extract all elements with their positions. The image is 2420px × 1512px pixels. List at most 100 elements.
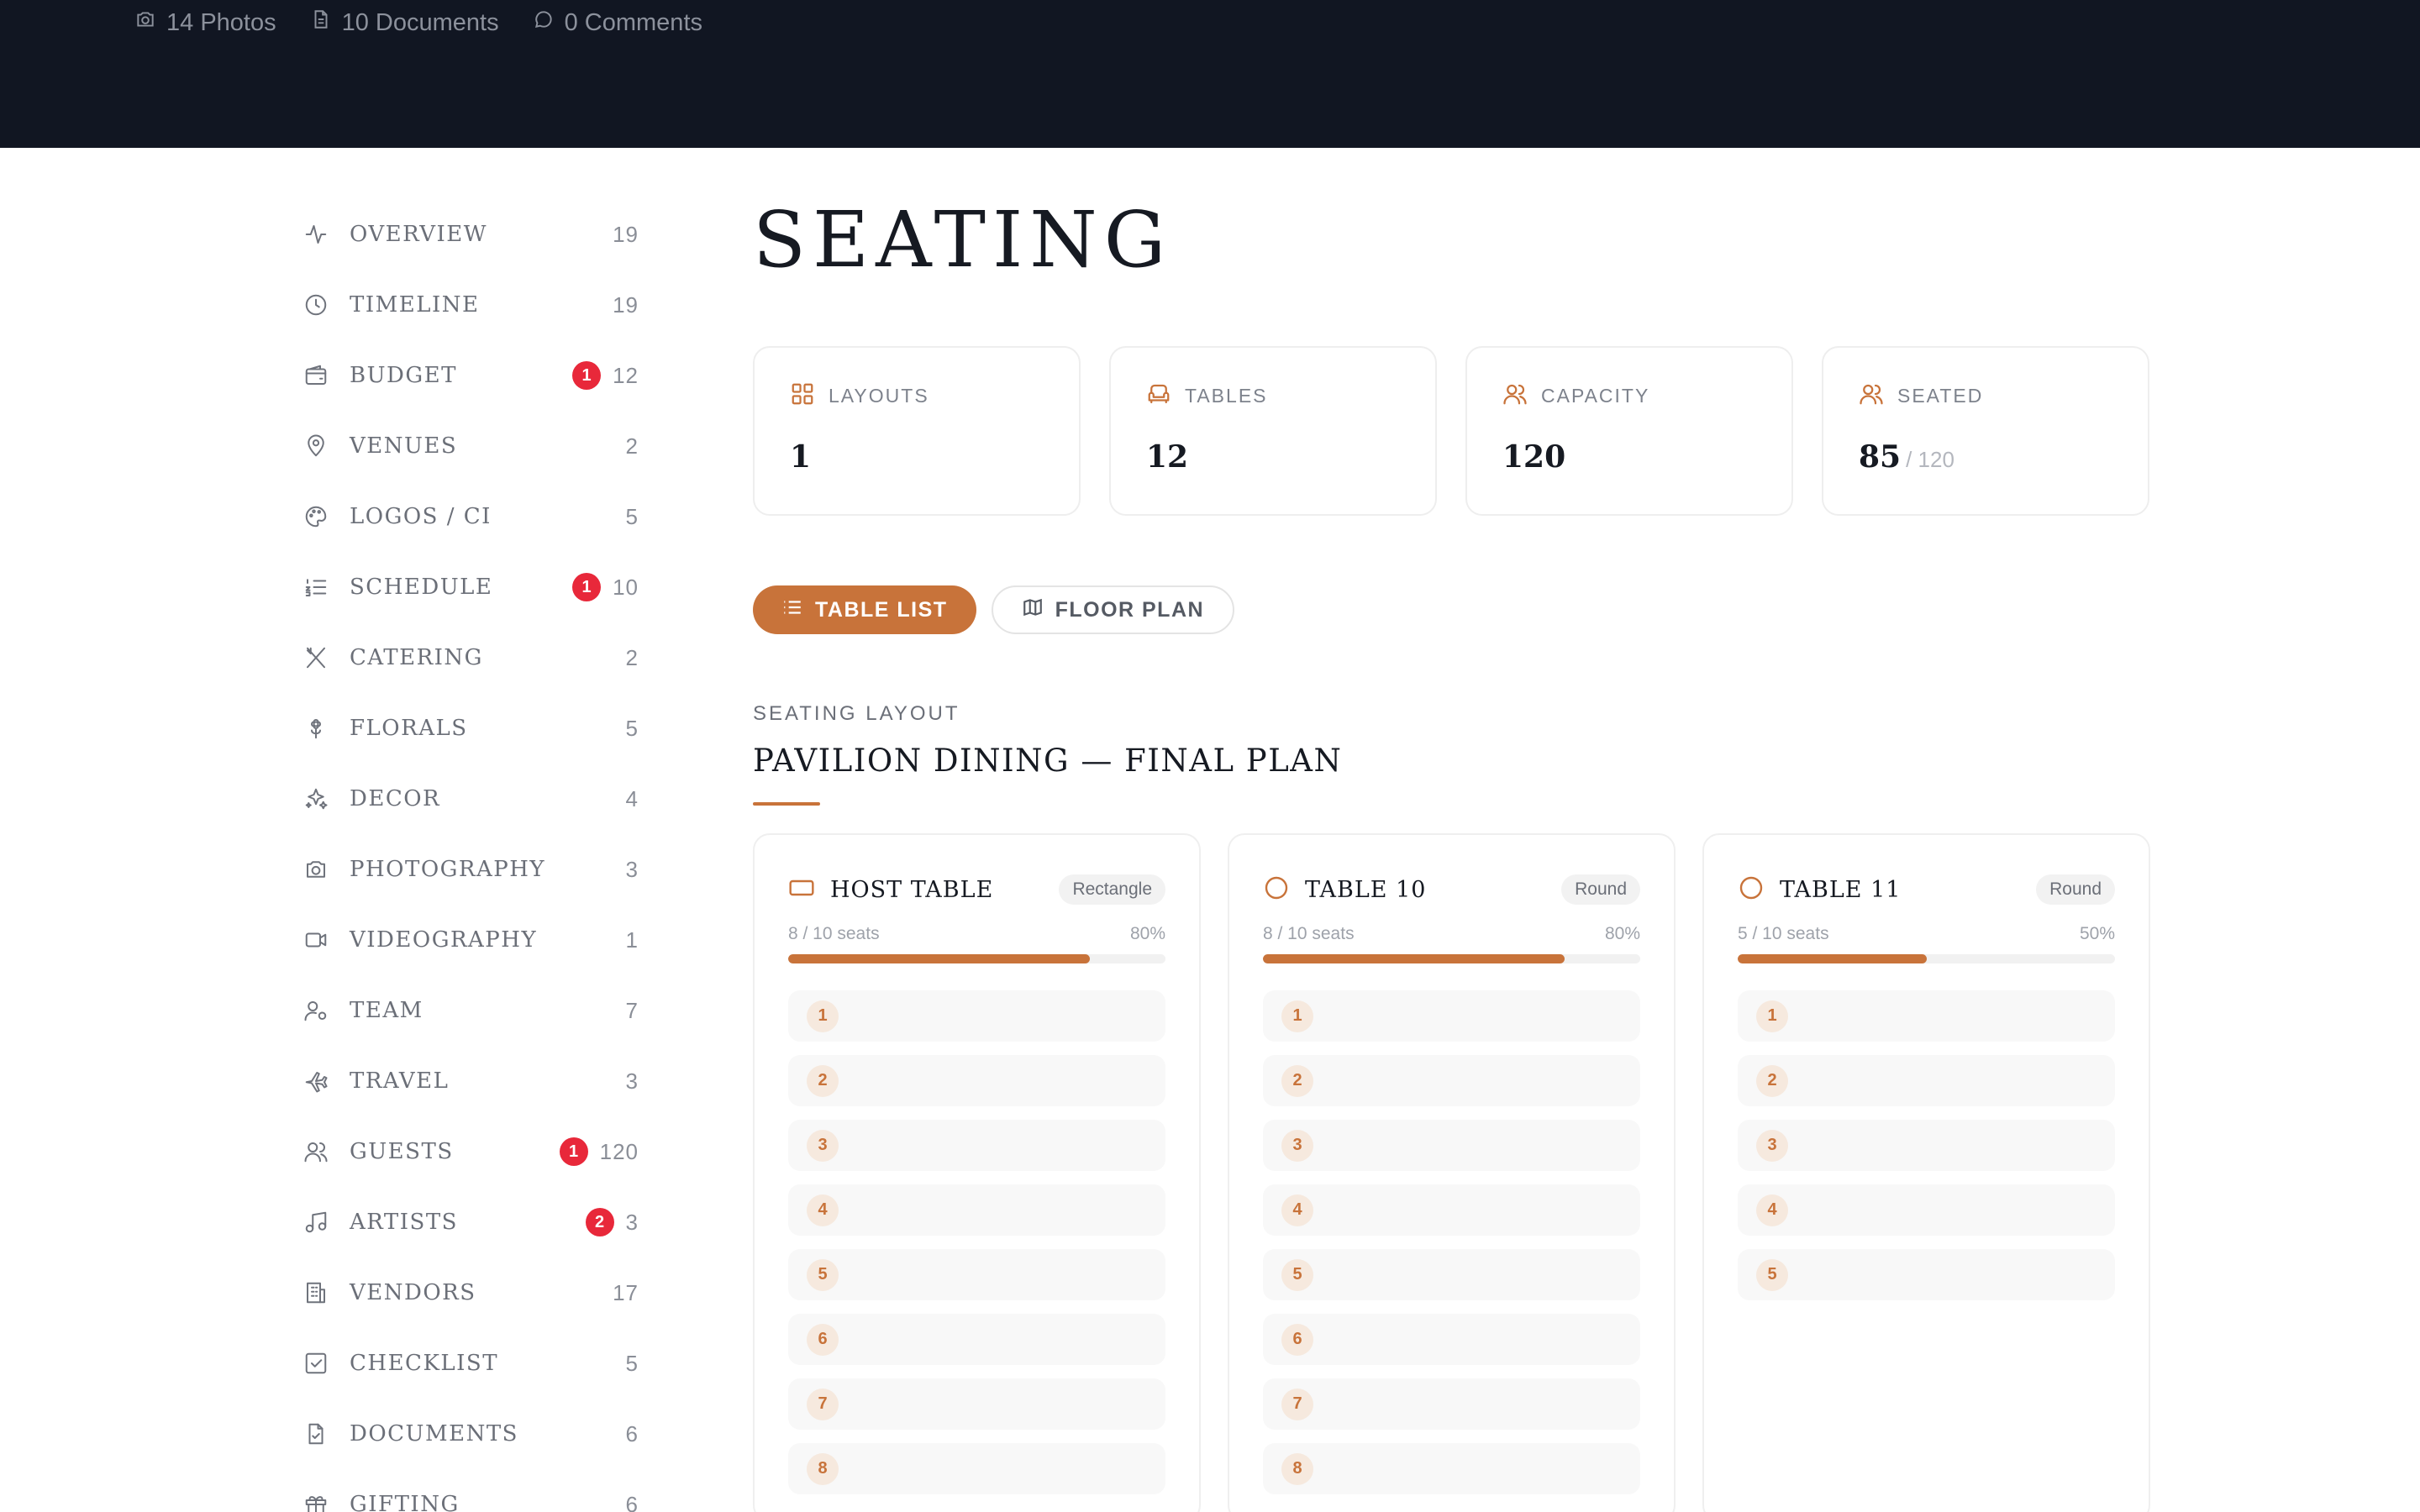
seat-slot[interactable]: 5	[788, 1249, 1165, 1300]
kpi-value-row: 1	[790, 439, 1044, 475]
sidebar-item-meta: 5	[626, 716, 639, 742]
user-cog-icon	[302, 997, 329, 1024]
occupancy-bar	[788, 954, 1165, 963]
table-card[interactable]: TABLE 10 Round 8 / 10 seats 80% 1 2 3 4 5 6 7 8	[1228, 833, 1676, 1512]
sidebar-item-label: BUDGET	[350, 363, 457, 388]
seat-number: 4	[1281, 1194, 1313, 1226]
seat-slot[interactable]: 1	[788, 990, 1165, 1042]
table-list-button[interactable]: TABLE LIST	[753, 585, 976, 634]
sidebar-item-schedule[interactable]: SCHEDULE 1 10	[302, 552, 639, 622]
seat-slot[interactable]: 6	[788, 1314, 1165, 1365]
sidebar-item-count: 6	[625, 1420, 639, 1446]
seat-slot[interactable]: 3	[1738, 1120, 2115, 1171]
seat-slot[interactable]: 4	[1738, 1184, 2115, 1236]
table-card[interactable]: TABLE 11 Round 5 / 10 seats 50% 1 2 3 4 5	[1702, 833, 2150, 1512]
palette-icon	[302, 503, 329, 530]
kpi-card-layouts: LAYOUTS 1	[753, 346, 1081, 516]
seat-number: 1	[807, 1000, 839, 1032]
sidebar-item-decor[interactable]: DECOR 4	[302, 764, 639, 834]
kpi-label: SEATED	[1897, 385, 1984, 407]
sidebar-item-meta: 3	[626, 1068, 639, 1095]
file-check-icon	[302, 1420, 329, 1447]
seat-number: 2	[1756, 1064, 1788, 1097]
seats-count: 8 / 10 seats	[788, 924, 880, 943]
sidebar-item-catering[interactable]: CATERING 2	[302, 622, 639, 693]
occupancy-percent: 50%	[2079, 924, 2115, 943]
documents-stat[interactable]: 10 Documents	[310, 8, 499, 37]
sidebar-item-label: GIFTING	[350, 1492, 460, 1512]
seat-number: 7	[1281, 1388, 1313, 1420]
seat-slot[interactable]: 2	[788, 1055, 1165, 1106]
flower-icon	[302, 715, 329, 742]
sidebar-item-vendors[interactable]: VENDORS 17	[302, 1257, 639, 1328]
seat-list: 1 2 3 4 5	[1738, 990, 2115, 1300]
photos-stat[interactable]: 14 Photos	[134, 8, 276, 37]
sidebar-item-venues[interactable]: VENUES 2	[302, 411, 639, 481]
kpi-row: LAYOUTS 1 TABLES 12 CAPACITY 120 SEATED 85/ 120	[753, 346, 2149, 516]
sidebar-item-team[interactable]: TEAM 7	[302, 975, 639, 1046]
layout-title: PAVILION DINING — FINAL PLAN	[753, 743, 1343, 779]
kpi-header: TABLES	[1146, 381, 1400, 411]
seat-slot[interactable]: 2	[1263, 1055, 1640, 1106]
sidebar-item-count: 19	[613, 221, 639, 247]
comments-stat[interactable]: 0 Comments	[533, 8, 702, 37]
sidebar-item-label: CHECKLIST	[350, 1351, 499, 1376]
table-card[interactable]: HOST TABLE Rectangle 8 / 10 seats 80% 1 2 3 4 5 6…	[753, 833, 1201, 1512]
sidebar-item-meta: 2	[626, 433, 639, 459]
sidebar-item-florals[interactable]: FLORALS 5	[302, 693, 639, 764]
sidebar-item-meta: 19	[613, 222, 639, 248]
sidebar-item-meta: 5	[626, 504, 639, 530]
seat-slot[interactable]: 3	[1263, 1120, 1640, 1171]
seat-slot[interactable]: 1	[1263, 990, 1640, 1042]
seat-slot[interactable]: 1	[1738, 990, 2115, 1042]
seat-slot[interactable]: 8	[788, 1443, 1165, 1494]
kpi-card-seated: SEATED 85/ 120	[1822, 346, 2149, 516]
table-occupancy: 8 / 10 seats 80%	[1263, 924, 1640, 944]
sidebar-item-label: VIDEOGRAPHY	[350, 927, 538, 953]
sidebar-item-gifting[interactable]: GIFTING 6	[302, 1469, 639, 1512]
seat-slot[interactable]: 4	[1263, 1184, 1640, 1236]
seat-slot[interactable]: 3	[788, 1120, 1165, 1171]
seat-slot[interactable]: 4	[788, 1184, 1165, 1236]
occupancy-bar	[1738, 954, 2115, 963]
seat-number: 5	[807, 1258, 839, 1291]
seat-number: 7	[807, 1388, 839, 1420]
table-name: HOST TABLE	[830, 876, 994, 903]
wallet-icon	[302, 362, 329, 389]
sidebar-item-label: TRAVEL	[350, 1068, 450, 1094]
camera-icon	[302, 856, 329, 883]
notification-badge: 1	[572, 361, 602, 390]
floor-plan-button[interactable]: FLOOR PLAN	[991, 585, 1235, 634]
seat-slot[interactable]: 5	[1738, 1249, 2115, 1300]
sidebar-item-overview[interactable]: OVERVIEW 19	[302, 199, 639, 270]
sidebar-item-meta: 19	[613, 292, 639, 318]
seat-slot[interactable]: 7	[1263, 1378, 1640, 1430]
sidebar-item-travel[interactable]: TRAVEL 3	[302, 1046, 639, 1116]
seat-slot[interactable]: 2	[1738, 1055, 2115, 1106]
notification-badge: 1	[559, 1137, 588, 1166]
sidebar-item-guests[interactable]: GUESTS 1 120	[302, 1116, 639, 1187]
seat-number: 1	[1756, 1000, 1788, 1032]
sidebar-item-checklist[interactable]: CHECKLIST 5	[302, 1328, 639, 1399]
map-icon	[1022, 596, 1044, 624]
seat-number: 6	[1281, 1323, 1313, 1356]
sidebar-item-label: DOCUMENTS	[350, 1421, 518, 1446]
sidebar-item-artists[interactable]: ARTISTS 2 3	[302, 1187, 639, 1257]
seat-number: 4	[807, 1194, 839, 1226]
seat-slot[interactable]: 8	[1263, 1443, 1640, 1494]
kpi-value: 1	[790, 439, 812, 475]
seat-slot[interactable]: 5	[1263, 1249, 1640, 1300]
sidebar-item-videography[interactable]: VIDEOGRAPHY 1	[302, 905, 639, 975]
kpi-label: LAYOUTS	[829, 385, 929, 407]
seat-slot[interactable]: 7	[788, 1378, 1165, 1430]
seat-list: 1 2 3 4 5 6 7 8	[788, 990, 1165, 1494]
sidebar-item-budget[interactable]: BUDGET 1 12	[302, 340, 639, 411]
sidebar-item-photography[interactable]: PHOTOGRAPHY 3	[302, 834, 639, 905]
sidebar-item-documents[interactable]: DOCUMENTS 6	[302, 1399, 639, 1469]
photos-stat-label: 14 Photos	[166, 8, 276, 36]
sidebar-item-logos-ci[interactable]: LOGOS / CI 5	[302, 481, 639, 552]
kpi-header: SEATED	[1859, 381, 2112, 411]
sidebar-item-label: LOGOS / CI	[350, 504, 492, 529]
seat-slot[interactable]: 6	[1263, 1314, 1640, 1365]
sidebar-item-timeline[interactable]: TIMELINE 19	[302, 270, 639, 340]
